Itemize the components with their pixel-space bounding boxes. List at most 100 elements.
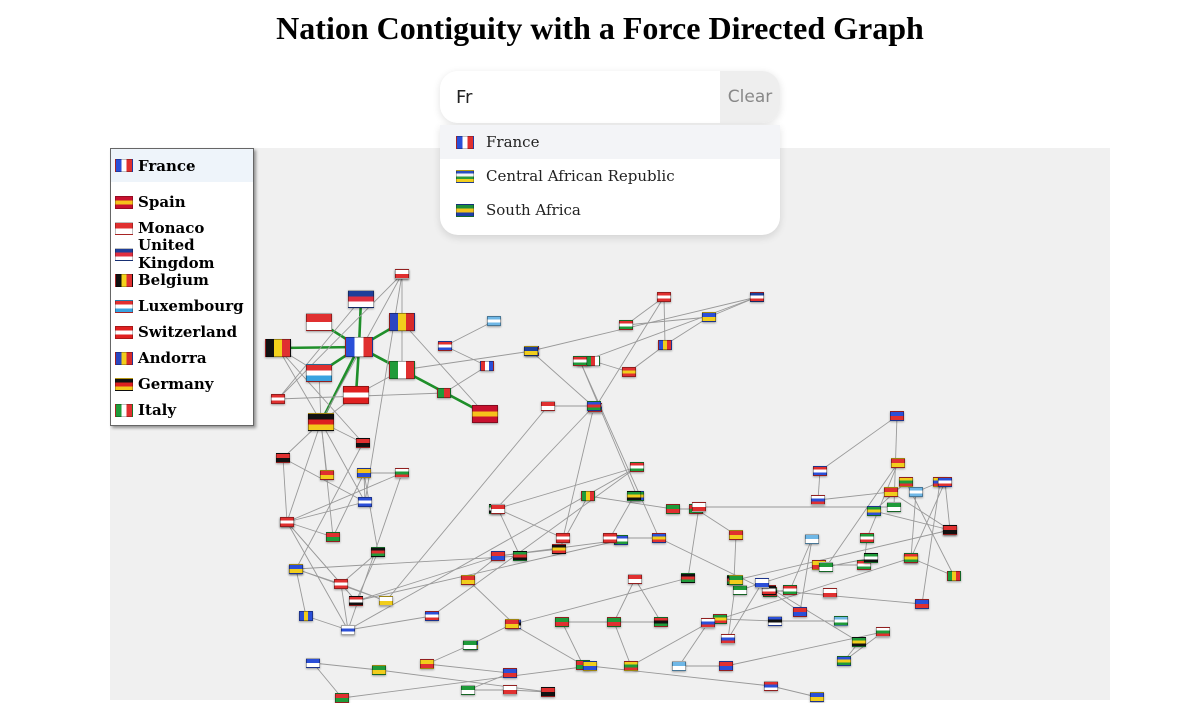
country-node-flag-icon[interactable]	[701, 618, 715, 628]
country-node-flag-icon[interactable]	[899, 477, 913, 487]
country-node-flag-icon[interactable]	[505, 619, 519, 629]
country-node-flag-icon[interactable]	[438, 341, 452, 351]
country-node-flag-icon[interactable]	[524, 346, 538, 356]
country-node-flag-icon[interactable]	[461, 575, 475, 585]
country-node-flag-icon[interactable]	[581, 491, 595, 501]
country-node-flag-icon[interactable]	[834, 616, 848, 626]
country-node-flag-icon[interactable]	[299, 611, 313, 621]
country-node-flag-icon[interactable]	[823, 588, 837, 598]
clear-button[interactable]: Clear	[720, 71, 780, 123]
neighbor-item[interactable]: Luxembourg	[111, 293, 253, 319]
neighbor-item[interactable]: Spain	[111, 189, 253, 215]
country-node-flag-icon[interactable]	[654, 617, 668, 627]
country-node-flag-icon[interactable]	[619, 320, 633, 330]
country-node-flag-icon[interactable]	[887, 502, 901, 512]
country-node-flag-icon[interactable]	[280, 517, 294, 527]
country-node-flag-icon[interactable]	[793, 607, 807, 617]
country-node-flag-icon[interactable]	[552, 544, 566, 554]
country-node-flag-icon[interactable]	[425, 611, 439, 621]
country-node-flag-icon[interactable]	[276, 453, 290, 463]
country-node-flag-icon[interactable]	[487, 316, 501, 326]
country-node-flag-icon[interactable]	[729, 530, 743, 540]
suggestion-item[interactable]: South Africa	[440, 193, 780, 227]
country-node-flag-icon[interactable]	[750, 292, 764, 302]
country-node-flag-icon[interactable]	[371, 547, 385, 557]
country-node-flag-icon[interactable]	[463, 640, 477, 650]
country-node-flag-icon[interactable]	[308, 413, 334, 431]
country-node-flag-icon[interactable]	[437, 388, 451, 398]
country-node-flag-icon[interactable]	[306, 658, 320, 668]
country-node-flag-icon[interactable]	[271, 394, 285, 404]
country-node-flag-icon[interactable]	[306, 313, 332, 331]
country-node-flag-icon[interactable]	[349, 596, 363, 606]
country-node-flag-icon[interactable]	[345, 337, 373, 357]
country-node-flag-icon[interactable]	[555, 617, 569, 627]
country-node-flag-icon[interactable]	[627, 491, 641, 501]
neighbor-item[interactable]: Germany	[111, 371, 253, 397]
country-node-flag-icon[interactable]	[541, 401, 555, 411]
country-node-flag-icon[interactable]	[587, 401, 601, 411]
selected-country[interactable]: France	[111, 149, 253, 182]
country-node-flag-icon[interactable]	[884, 487, 898, 497]
country-node-flag-icon[interactable]	[692, 502, 706, 512]
country-node-flag-icon[interactable]	[541, 687, 555, 697]
country-node-flag-icon[interactable]	[837, 656, 851, 666]
country-node-flag-icon[interactable]	[864, 553, 878, 563]
country-node-flag-icon[interactable]	[491, 504, 505, 514]
country-node-flag-icon[interactable]	[603, 533, 617, 543]
country-node-flag-icon[interactable]	[729, 575, 743, 585]
country-node-flag-icon[interactable]	[681, 573, 695, 583]
country-node-flag-icon[interactable]	[890, 411, 904, 421]
country-node-flag-icon[interactable]	[702, 312, 716, 322]
country-node-flag-icon[interactable]	[395, 269, 409, 279]
country-node-flag-icon[interactable]	[805, 534, 819, 544]
country-node-flag-icon[interactable]	[573, 356, 587, 366]
country-node-flag-icon[interactable]	[503, 685, 517, 695]
country-node-flag-icon[interactable]	[389, 313, 415, 331]
country-node-flag-icon[interactable]	[938, 477, 952, 487]
country-node-flag-icon[interactable]	[472, 405, 498, 423]
country-node-flag-icon[interactable]	[852, 637, 866, 647]
country-node-flag-icon[interactable]	[813, 466, 827, 476]
country-node-flag-icon[interactable]	[607, 617, 621, 627]
country-node-flag-icon[interactable]	[341, 625, 355, 635]
country-node-flag-icon[interactable]	[666, 504, 680, 514]
country-node-flag-icon[interactable]	[721, 634, 735, 644]
country-node-flag-icon[interactable]	[915, 599, 929, 609]
country-node-flag-icon[interactable]	[513, 551, 527, 561]
country-node-flag-icon[interactable]	[289, 564, 303, 574]
country-node-flag-icon[interactable]	[755, 578, 769, 588]
country-node-flag-icon[interactable]	[491, 551, 505, 561]
neighbor-item[interactable]: Italy	[111, 397, 253, 423]
country-node-flag-icon[interactable]	[480, 361, 494, 371]
country-node-flag-icon[interactable]	[657, 292, 671, 302]
country-node-flag-icon[interactable]	[334, 579, 348, 589]
country-node-flag-icon[interactable]	[672, 661, 686, 671]
search-input[interactable]	[440, 71, 720, 123]
country-node-flag-icon[interactable]	[768, 616, 782, 626]
country-node-flag-icon[interactable]	[358, 497, 372, 507]
country-node-flag-icon[interactable]	[461, 685, 475, 695]
country-node-flag-icon[interactable]	[733, 585, 747, 595]
country-node-flag-icon[interactable]	[420, 659, 434, 669]
country-node-flag-icon[interactable]	[583, 661, 597, 671]
country-node-flag-icon[interactable]	[713, 614, 727, 624]
country-node-flag-icon[interactable]	[909, 487, 923, 497]
country-node-flag-icon[interactable]	[503, 668, 517, 678]
country-node-flag-icon[interactable]	[335, 693, 349, 703]
country-node-flag-icon[interactable]	[348, 290, 374, 308]
country-node-flag-icon[interactable]	[395, 468, 409, 478]
neighbor-item[interactable]: Andorra	[111, 345, 253, 371]
country-node-flag-icon[interactable]	[343, 386, 369, 404]
country-node-flag-icon[interactable]	[810, 692, 824, 702]
suggestion-item[interactable]: France	[440, 125, 780, 159]
country-node-flag-icon[interactable]	[622, 367, 636, 377]
country-node-flag-icon[interactable]	[306, 364, 332, 382]
country-node-flag-icon[interactable]	[904, 553, 918, 563]
neighbor-item[interactable]: Switzerland	[111, 319, 253, 345]
country-node-flag-icon[interactable]	[658, 340, 672, 350]
country-node-flag-icon[interactable]	[628, 574, 642, 584]
country-node-flag-icon[interactable]	[811, 495, 825, 505]
country-node-flag-icon[interactable]	[357, 468, 371, 478]
country-node-flag-icon[interactable]	[867, 506, 881, 516]
